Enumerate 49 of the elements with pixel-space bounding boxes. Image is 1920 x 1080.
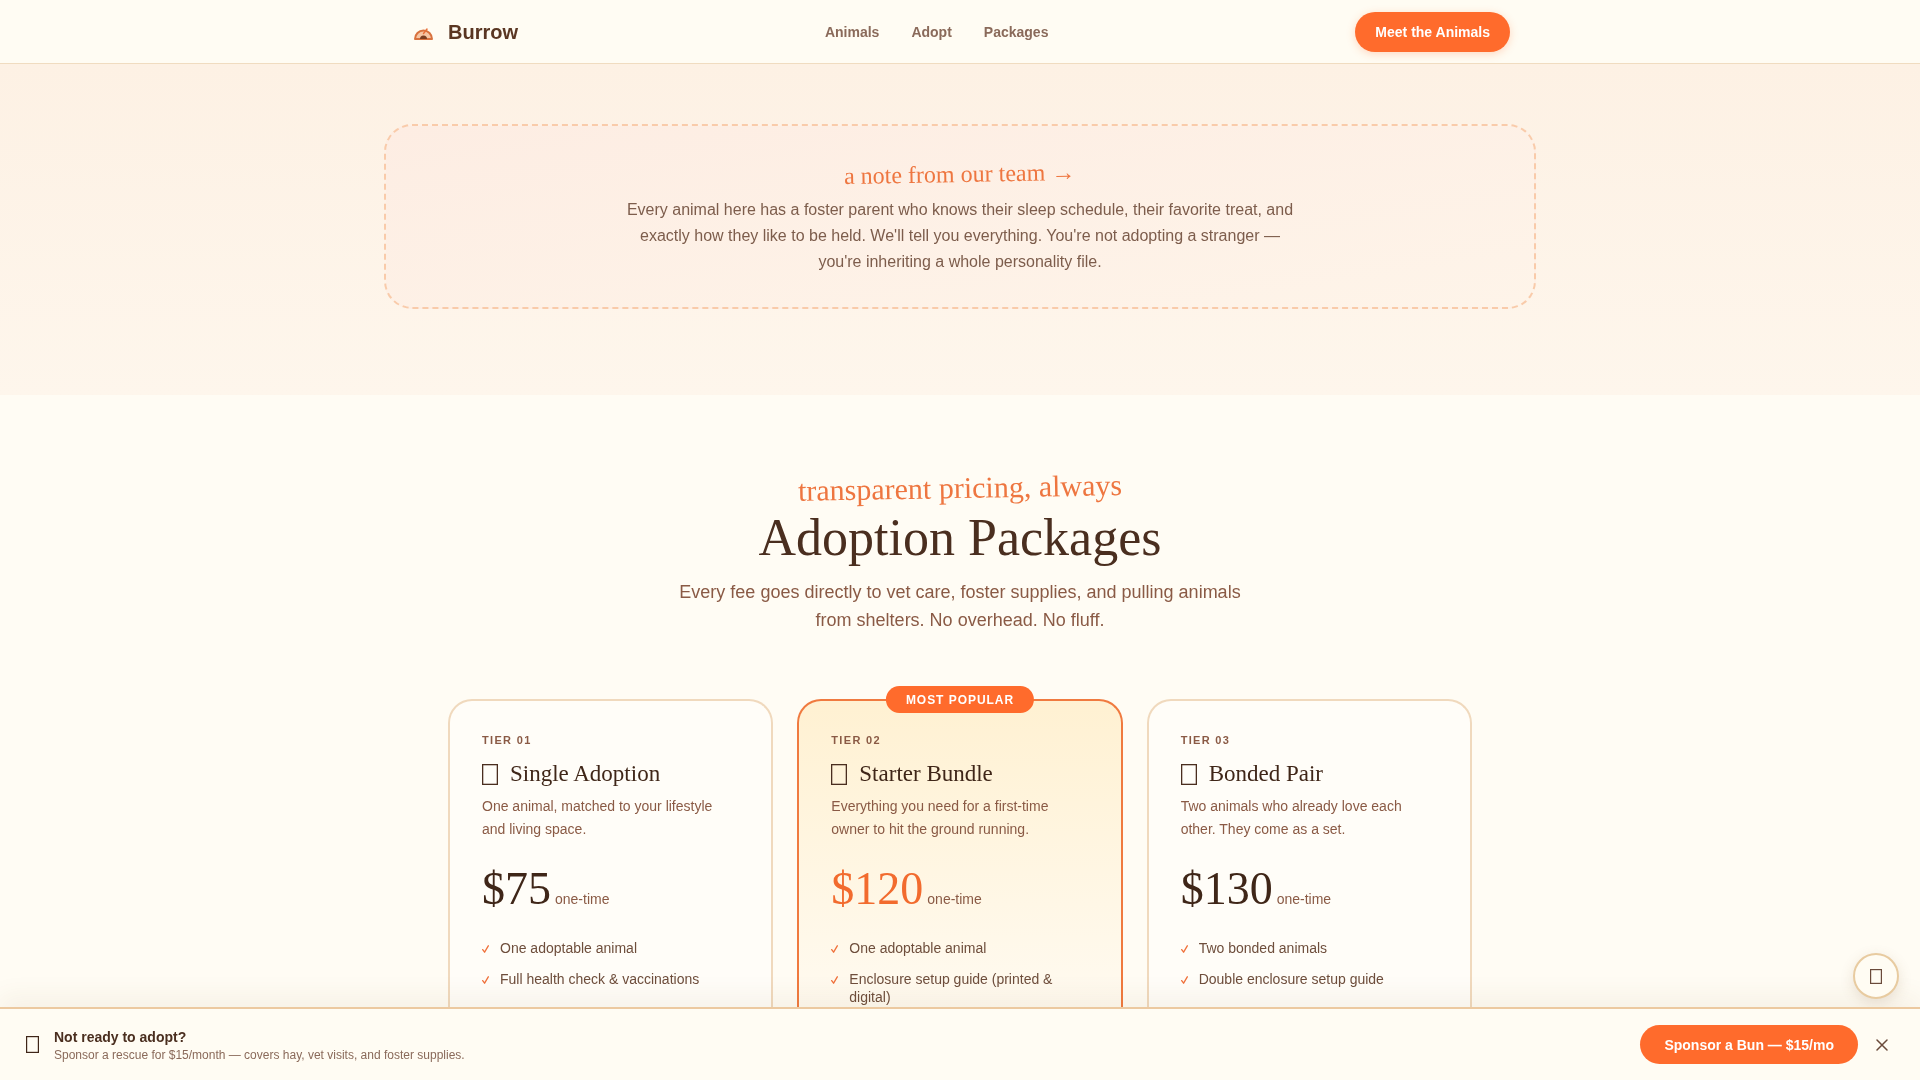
feature-text: Double enclosure setup guide — [1198, 970, 1384, 988]
tier-label: TIER 01 — [482, 733, 533, 748]
note-title: a note from our team → — [844, 158, 1076, 191]
tier-label: TIER 02 — [831, 733, 882, 748]
nav-link[interactable]: Adopt — [911, 21, 952, 42]
check-icon — [831, 976, 839, 984]
plan-description: One animal, matched to your lifestyle and living space. — [482, 797, 714, 839]
popular-badge: MOST POPULAR — [885, 686, 1035, 713]
empty-square-icon — [1870, 968, 1882, 984]
sponsor-title: Not ready to adopt? — [54, 1027, 188, 1047]
nav-link[interactable]: Packages — [983, 21, 1049, 42]
meet-animals-button[interactable]: Meet the Animals — [1355, 11, 1510, 52]
plan-description: Two animals who already love each other. They come as a set. — [1180, 797, 1403, 839]
empty-square-icon — [482, 763, 498, 785]
empty-square-icon — [1180, 763, 1197, 785]
plan-price: $120 — [831, 863, 924, 915]
plan-name: Starter Bundle — [859, 760, 993, 788]
plan-description: Everything you need for a first-time owner to hit the ground running. — [831, 797, 1050, 839]
close-icon — [1876, 1038, 1888, 1051]
nav-link[interactable]: Animals — [824, 21, 880, 42]
check-icon — [482, 976, 489, 984]
plan-price: $75 — [482, 863, 551, 915]
pricing-subtitle: Every fee goes directly to vet care, foster supplies, and pulling animals from shelters. No overhead. No fluff. — [678, 581, 1242, 632]
plan-price: $130 — [1180, 863, 1273, 915]
pricing-title: Adoption Packages — [758, 509, 1162, 567]
feature-text: One adoptable animal — [500, 939, 637, 957]
floating-action-button[interactable] — [1853, 953, 1899, 999]
check-icon — [831, 945, 839, 953]
price-period: one-time — [927, 890, 982, 909]
sponsor-text: Sponsor a rescue for $15/month — covers hay, vet visits, and foster supplies. — [54, 1046, 465, 1063]
close-button[interactable] — [1874, 1036, 1890, 1053]
check-icon — [1180, 945, 1188, 953]
feature-text: Two bonded animals — [1198, 939, 1328, 957]
tier-label: TIER 03 — [1180, 733, 1232, 748]
feature-text: Full health check & vaccinations — [500, 970, 700, 988]
sponsor-button[interactable]: Sponsor a Bun — $15/mo — [1640, 1025, 1858, 1064]
pricing-kicker: transparent pricing, always — [797, 467, 1123, 509]
plan-name: Bonded Pair — [1208, 760, 1323, 788]
empty-square-icon — [831, 763, 848, 785]
note-text: Every animal here has a foster parent who knows their sleep schedule, their favorite treat, and exactly how they like to be held. We'll tell you everything. You're not adopting a stranger — you're inheriting a whole personality file. — [625, 200, 1295, 272]
empty-square-icon — [26, 1036, 39, 1053]
check-icon — [1180, 976, 1188, 984]
price-period: one-time — [1276, 890, 1332, 909]
brand-name[interactable]: Burrow — [448, 16, 518, 47]
feature-text: One adoptable animal — [849, 939, 987, 957]
feature-text: Enclosure setup guide (printed & digital) — [849, 970, 1054, 1006]
price-period: one-time — [555, 890, 610, 909]
check-icon — [482, 945, 489, 953]
plan-name: Single Adoption — [510, 760, 661, 788]
